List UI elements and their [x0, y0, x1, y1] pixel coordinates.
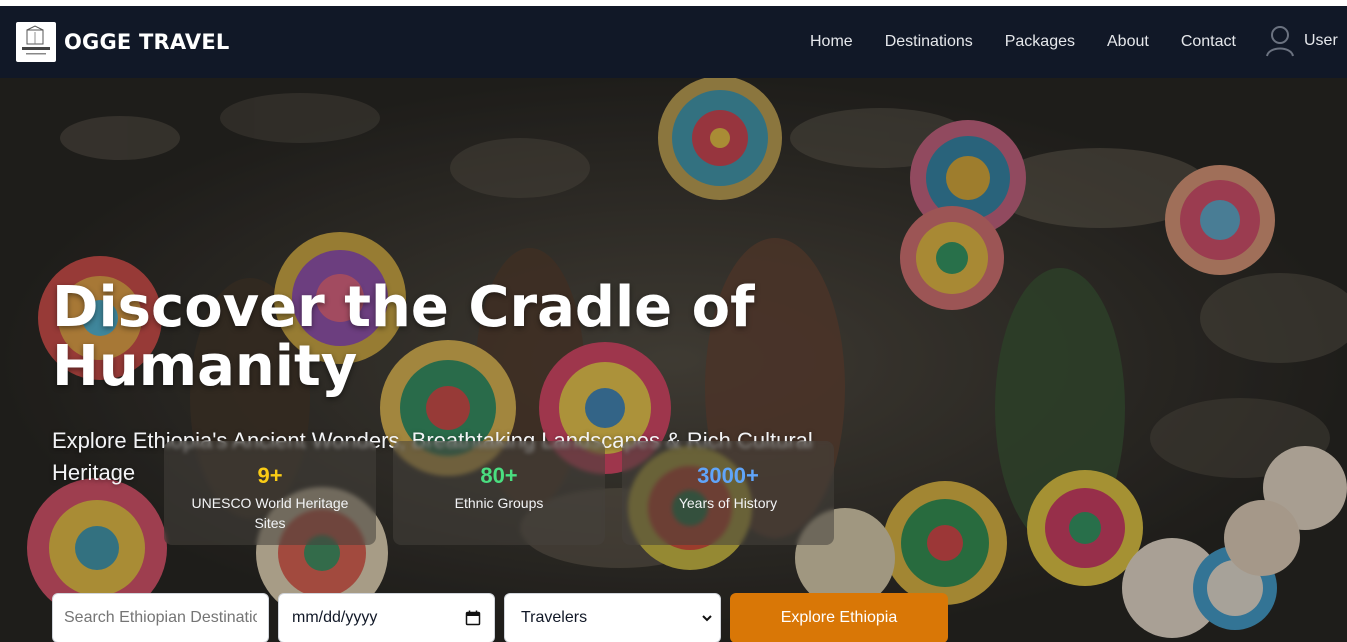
date-field[interactable]: mm/dd/yyyy [278, 593, 495, 642]
hero-section: Discover the Cradle of Humanity Explore … [0, 78, 1347, 642]
stat-value: 3000+ [697, 463, 759, 488]
brand-logo[interactable] [16, 22, 56, 62]
nav-link-packages[interactable]: Packages [1005, 33, 1075, 51]
user-icon [1266, 26, 1294, 57]
stat-value: 80+ [480, 463, 518, 488]
date-placeholder: mm/dd/yyyy [292, 609, 378, 626]
destination-search-input[interactable] [52, 593, 269, 642]
user-menu[interactable]: User [1264, 24, 1338, 58]
calendar-icon[interactable] [465, 610, 481, 626]
user-label: User [1304, 32, 1338, 49]
navbar: OGGE TRAVEL Home Destinations Packages A… [0, 6, 1347, 78]
chevron-down-icon [702, 615, 712, 622]
nav-link-contact[interactable]: Contact [1181, 33, 1236, 51]
travelers-selected: Travelers [521, 609, 588, 626]
nav-links: Home Destinations Packages About Contact [810, 33, 1236, 51]
brand-name[interactable]: OGGE TRAVEL [64, 30, 229, 54]
stat-card-ethnic-groups: 80+ Ethnic Groups [393, 441, 605, 545]
stat-label: UNESCO World Heritage Sites [191, 495, 349, 531]
stat-card-unesco: 9+ UNESCO World Heritage Sites [164, 441, 376, 545]
stat-card-history: 3000+ Years of History [622, 441, 834, 545]
stat-value: 9+ [257, 463, 283, 488]
nav-link-destinations[interactable]: Destinations [885, 33, 973, 51]
hero-title: Discover the Cradle of Humanity [52, 275, 755, 399]
nav-link-about[interactable]: About [1107, 33, 1149, 51]
stat-label: Ethnic Groups [454, 495, 544, 511]
explore-button[interactable]: Explore Ethiopia [730, 593, 948, 642]
stat-label: Years of History [678, 495, 778, 511]
travelers-select[interactable]: Travelers [504, 593, 721, 642]
nav-link-home[interactable]: Home [810, 33, 853, 51]
